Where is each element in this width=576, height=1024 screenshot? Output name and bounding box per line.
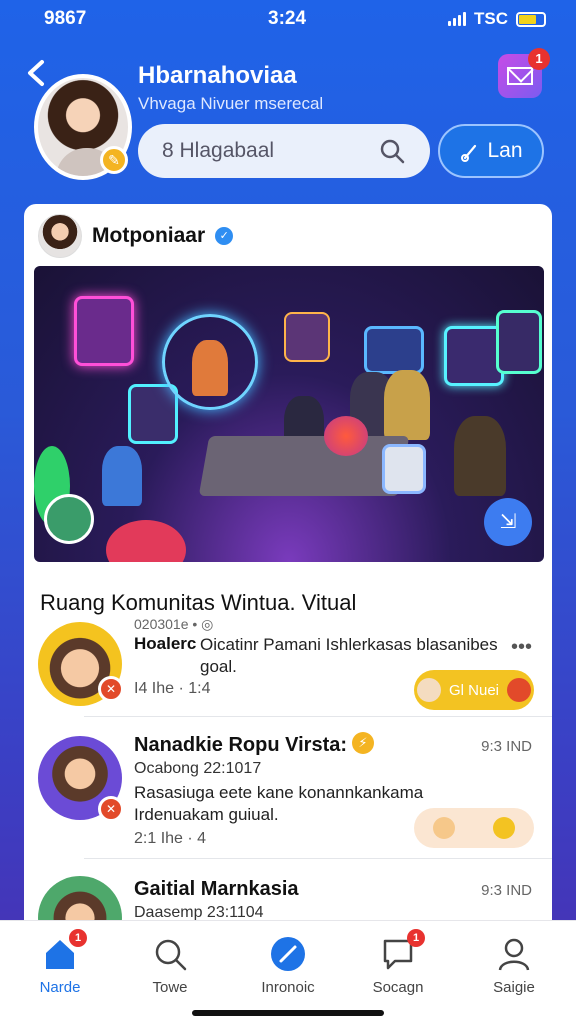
join-button[interactable]: Gl Nuei bbox=[414, 670, 534, 710]
lan-button[interactable]: Lan bbox=[438, 124, 544, 178]
search-icon[interactable] bbox=[378, 137, 406, 165]
user-icon bbox=[498, 938, 530, 971]
tab-label: Towe bbox=[152, 979, 188, 996]
neon-frame bbox=[128, 384, 178, 444]
neon-frame bbox=[74, 296, 134, 366]
post-header: Motponiaar ✓ bbox=[38, 214, 234, 258]
network-label: TSC bbox=[474, 9, 508, 28]
chat-meta: Ocabong 22:1017 bbox=[134, 760, 262, 777]
lan-button-label: Lan bbox=[487, 139, 523, 162]
carrier-label: 9867 bbox=[44, 8, 87, 29]
list-item[interactable]: ✕ 020301e • ◎ Hoalerc Oicatinr Pamani Is… bbox=[38, 616, 544, 716]
tab-label: Socagn bbox=[372, 979, 424, 996]
search-input[interactable]: 8 Hlagabaal bbox=[162, 139, 378, 163]
post-image[interactable]: ⇲ bbox=[34, 266, 544, 562]
sticker-button[interactable] bbox=[44, 494, 94, 544]
home-badge: 1 bbox=[69, 929, 87, 947]
photo-frame bbox=[382, 444, 426, 494]
neon-balloon bbox=[106, 520, 186, 562]
chat-name[interactable]: Nanadkie Ropu Virsta: bbox=[134, 734, 347, 757]
react-button[interactable] bbox=[414, 808, 534, 848]
flower-vase bbox=[324, 416, 368, 456]
bottom-nav: 1 Narde Towe Inronoic 1 Socagn Saigie bbox=[0, 920, 576, 1024]
chat-time: 9:3 IND bbox=[481, 882, 532, 899]
tab-home[interactable]: 1 Narde bbox=[10, 929, 110, 996]
lightning-icon: ⚡ bbox=[352, 732, 374, 754]
tab-profile[interactable]: Saigie bbox=[464, 935, 564, 996]
person-figure bbox=[454, 416, 506, 496]
tab-label: Saigie bbox=[493, 979, 535, 996]
signal-icon bbox=[448, 12, 466, 26]
search-field[interactable]: 8 Hlagabaal bbox=[138, 124, 430, 178]
neon-frame bbox=[444, 326, 504, 386]
mail-icon bbox=[507, 67, 533, 85]
mail-button[interactable]: 1 bbox=[498, 48, 550, 98]
chat-meta: 020301e • ◎ bbox=[134, 616, 214, 632]
neon-screen bbox=[364, 326, 424, 374]
page-title: Hbarnahoviaa bbox=[138, 62, 297, 89]
ladybug-icon bbox=[507, 678, 532, 702]
verified-icon: ✓ bbox=[215, 227, 234, 245]
status-bar: 9867 3:24 TSC bbox=[0, 0, 576, 40]
flame-icon: ✕ bbox=[98, 676, 124, 702]
page-subtitle: Vhvaga Nivuer mserecal bbox=[138, 94, 324, 113]
edit-icon bbox=[271, 937, 305, 971]
face-icon bbox=[416, 678, 441, 702]
music-note-icon bbox=[461, 144, 477, 162]
neon-frame bbox=[284, 312, 330, 362]
flame-icon: ✕ bbox=[98, 796, 124, 822]
divider bbox=[84, 858, 552, 859]
battery-icon bbox=[516, 11, 546, 27]
search-icon bbox=[155, 939, 187, 971]
clock: 3:24 bbox=[268, 8, 307, 29]
post-author-name[interactable]: Motponiaar bbox=[92, 224, 205, 248]
more-icon[interactable]: ••• bbox=[511, 636, 532, 659]
chat-time: 9:3 IND bbox=[481, 738, 532, 755]
tab-create[interactable]: Inronoic bbox=[238, 935, 338, 996]
chat-sub: I4 Ihe · 1:4 bbox=[134, 680, 211, 697]
coin-icon bbox=[433, 817, 455, 839]
feed-card: Motponiaar ✓ ⇲ Ruang Komunitas Wintua. V… bbox=[24, 204, 552, 1024]
tab-label: Narde bbox=[39, 979, 81, 996]
social-badge: 1 bbox=[407, 929, 425, 947]
meeting-table bbox=[198, 436, 410, 496]
status-icons: TSC bbox=[448, 9, 546, 29]
tab-social[interactable]: 1 Socagn bbox=[348, 929, 448, 996]
tab-search[interactable]: Towe bbox=[120, 935, 220, 996]
coin-icon bbox=[493, 817, 515, 839]
share-icon[interactable]: ⇲ bbox=[484, 498, 532, 546]
list-item[interactable]: ✕ Nanadkie Ropu Virsta: ⚡ 9:3 IND Ocabon… bbox=[38, 732, 544, 852]
section-title: Ruang Komunitas Wintua. Vitual bbox=[40, 590, 357, 615]
tab-label: Inronoic bbox=[261, 979, 315, 996]
edit-badge-icon[interactable]: ✎ bbox=[100, 146, 128, 174]
back-arrow-icon[interactable] bbox=[22, 58, 50, 88]
chat-sub: 2:1 Ihe · 4 bbox=[134, 830, 207, 847]
divider bbox=[84, 716, 552, 717]
mail-badge: 1 bbox=[528, 48, 550, 70]
neon-frame bbox=[496, 310, 542, 374]
join-button-label: Gl Nuei bbox=[448, 681, 500, 699]
person-figure bbox=[384, 370, 430, 440]
post-author-avatar[interactable] bbox=[38, 214, 82, 258]
home-indicator[interactable] bbox=[192, 1010, 384, 1016]
child-figure bbox=[102, 446, 142, 506]
chat-name[interactable]: Hoalerc bbox=[134, 634, 196, 654]
chat-name[interactable]: Gaitial Marnkasia bbox=[134, 878, 299, 901]
mascot-figure bbox=[192, 340, 228, 396]
